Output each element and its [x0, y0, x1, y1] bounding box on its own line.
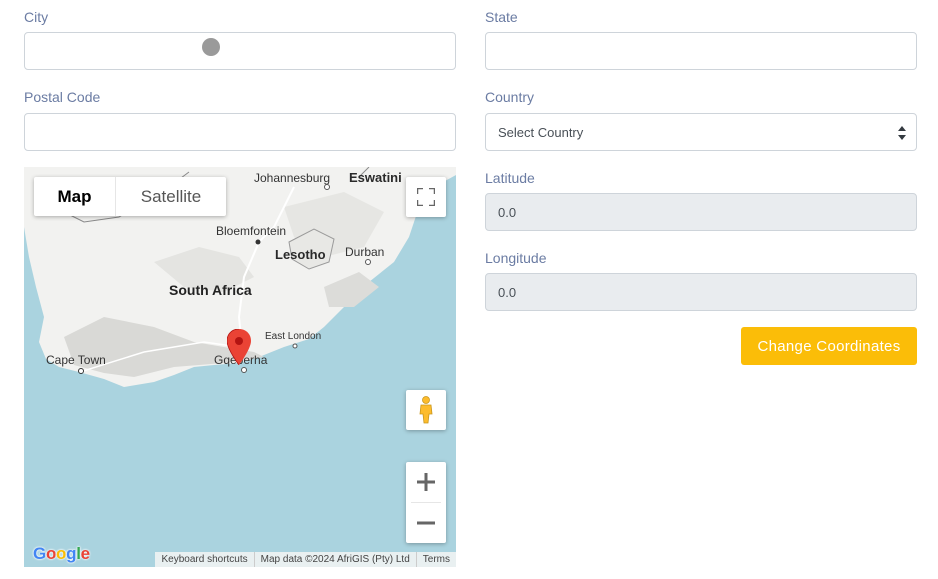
google-logo: Google [33, 544, 90, 564]
google-logo-letter: G [33, 544, 46, 563]
country-label: Country [485, 89, 535, 105]
select-arrows-icon [898, 126, 906, 140]
fullscreen-button[interactable] [406, 177, 446, 217]
postal-code-input[interactable] [24, 113, 456, 151]
google-logo-letter: g [66, 544, 77, 563]
google-logo-letter: o [45, 544, 57, 563]
postal-code-label: Postal Code [24, 89, 101, 105]
google-logo-letter: o [56, 544, 67, 563]
longitude-label: Longitude [485, 250, 547, 266]
terms-link[interactable]: Terms [415, 552, 456, 567]
zoom-out-icon [417, 521, 435, 525]
country-select-value: Select Country [498, 124, 584, 140]
street-view-button[interactable] [406, 390, 446, 430]
state-input[interactable] [485, 32, 917, 70]
map-container[interactable]: Johannesburg Eswatini Bloemfontein Lesot… [24, 167, 456, 567]
zoom-in-button[interactable] [406, 462, 446, 502]
map-data-attribution: Map data ©2024 AfriGIS (Pty) Ltd [253, 552, 416, 567]
city-markers [78, 184, 371, 374]
zoom-out-button[interactable] [406, 503, 446, 543]
map-attribution: Keyboard shortcuts Map data ©2024 AfriGI… [155, 552, 456, 567]
longitude-input[interactable]: 0.0 [485, 273, 917, 311]
change-coordinates-button[interactable]: Change Coordinates [741, 327, 917, 365]
map-type-map-button[interactable]: Map [34, 177, 115, 216]
city-label: City [24, 9, 49, 25]
keyboard-shortcuts-link[interactable]: Keyboard shortcuts [155, 552, 253, 567]
pegman-icon [419, 396, 433, 424]
map-pin-icon[interactable] [227, 329, 251, 365]
fullscreen-icon [417, 188, 435, 206]
mouse-cursor-indicator [202, 38, 220, 56]
latitude-input[interactable]: 0.0 [485, 193, 917, 231]
latitude-label: Latitude [485, 170, 535, 186]
map-type-satellite-button[interactable]: Satellite [115, 177, 226, 216]
state-label: State [485, 9, 518, 25]
country-select[interactable]: Select Country [485, 113, 917, 151]
map-type-control: Map Satellite [34, 177, 226, 216]
zoom-in-icon [417, 473, 435, 491]
zoom-control [406, 462, 446, 543]
google-logo-letter: e [80, 544, 90, 563]
city-input[interactable] [24, 32, 456, 70]
